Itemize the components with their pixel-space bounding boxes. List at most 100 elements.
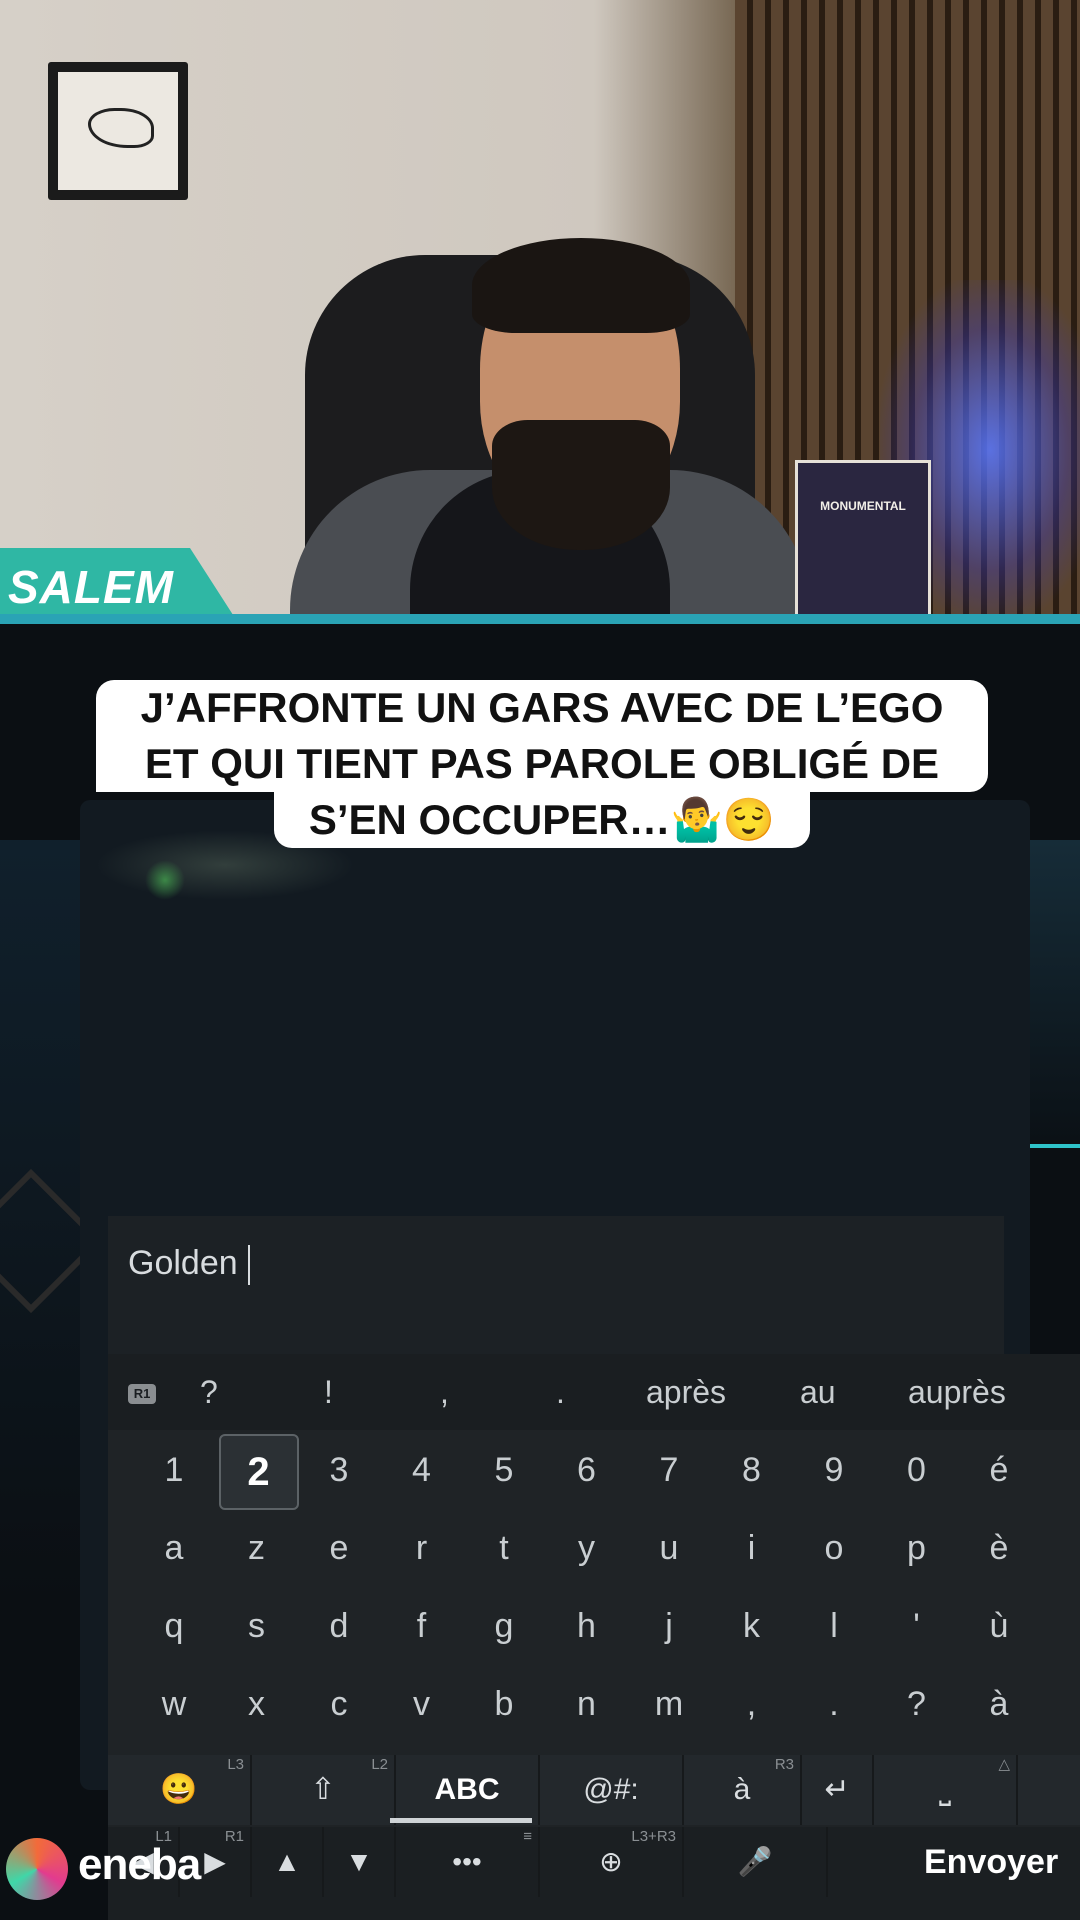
caption-line-2: ET QUI TIENT PAS PAROLE OBLIGÉ DE (96, 736, 988, 792)
message-input[interactable]: Golden (108, 1216, 1004, 1354)
key-2-9[interactable]: ' (879, 1590, 955, 1662)
key-3-10[interactable]: à (961, 1668, 1037, 1740)
emoji-button[interactable]: 😀 L3 (108, 1755, 252, 1825)
on-screen-keyboard: R1 ? ! , . après au auprès 1234567890é az… (108, 1354, 1080, 1920)
right-side-panel (1030, 840, 1080, 1140)
key-1-7[interactable]: i (714, 1512, 790, 1584)
caption-line-1: J’AFFRONTE UN GARS AVEC DE L’EGO (96, 680, 988, 736)
key-0-0[interactable]: 1 (136, 1434, 212, 1506)
key-1-9[interactable]: p (879, 1512, 955, 1584)
enter-button[interactable]: ↵ (802, 1755, 874, 1825)
key-0-4[interactable]: 5 (466, 1434, 542, 1506)
streamer-hair (472, 238, 690, 333)
space-button[interactable]: ⎵ △ (874, 1755, 1018, 1825)
eneba-logo-text: eneba (78, 1840, 201, 1889)
key-2-7[interactable]: k (714, 1590, 790, 1662)
suggestion-item[interactable]: , (440, 1374, 449, 1411)
key-2-10[interactable]: ù (961, 1590, 1037, 1662)
caption-line-3: S’EN OCCUPER…🤷‍♂️😌 (274, 792, 810, 848)
key-3-3[interactable]: v (384, 1668, 460, 1740)
key-3-2[interactable]: c (301, 1668, 377, 1740)
suggestion-item[interactable]: ? (200, 1374, 218, 1411)
key-1-1[interactable]: z (219, 1512, 295, 1584)
blurred-online-dot (145, 860, 185, 900)
space-button-shortcut-tag: △ (998, 1756, 1010, 1773)
key-1-8[interactable]: o (796, 1512, 872, 1584)
key-0-6[interactable]: 7 (631, 1434, 707, 1506)
key-0-10[interactable]: é (961, 1434, 1037, 1506)
webcam-feed: MONUMENTAL (0, 0, 1080, 620)
poster: MONUMENTAL (795, 460, 931, 620)
suggestion-item[interactable]: après (646, 1374, 726, 1411)
key-0-5[interactable]: 6 (549, 1434, 625, 1506)
key-1-6[interactable]: u (631, 1512, 707, 1584)
key-2-0[interactable]: q (136, 1590, 212, 1662)
send-button[interactable]: Envoyer (924, 1827, 1080, 1897)
key-0-2[interactable]: 3 (301, 1434, 377, 1506)
r1-badge: R1 (128, 1384, 156, 1404)
suggestion-item[interactable]: auprès (908, 1374, 1006, 1411)
key-2-5[interactable]: h (549, 1590, 625, 1662)
abc-mode-button[interactable]: ABC (396, 1755, 540, 1825)
key-3-6[interactable]: m (631, 1668, 707, 1740)
abc-active-indicator (390, 1818, 532, 1823)
race-track-drawing (88, 108, 154, 148)
bottom-control-row: Envoyer ◀ L1 ▶ R1 ▲ ▼ ••• ≡ ⊕ L3+R3 🎤 (108, 1827, 1080, 1920)
key-3-8[interactable]: . (796, 1668, 872, 1740)
more-button-label: ••• (452, 1846, 482, 1877)
suggestion-bar: R1 ? ! , . après au auprès (108, 1354, 1080, 1430)
key-2-2[interactable]: d (301, 1590, 377, 1662)
key-2-6[interactable]: j (631, 1590, 707, 1662)
shift-button[interactable]: ⇧ L2 (252, 1755, 396, 1825)
mic-button[interactable]: 🎤 (684, 1827, 828, 1897)
pointer-button-label: ⊕ (599, 1846, 623, 1877)
suggestion-item[interactable]: ! (324, 1374, 333, 1411)
accents-button-label: à (733, 1773, 751, 1806)
key-3-4[interactable]: b (466, 1668, 542, 1740)
suggestion-item[interactable]: au (800, 1374, 836, 1411)
key-3-9[interactable]: ? (879, 1668, 955, 1740)
down-button-label: ▼ (345, 1846, 373, 1877)
key-3-1[interactable]: x (219, 1668, 295, 1740)
suggestion-item[interactable]: . (556, 1374, 565, 1411)
up-button[interactable]: ▲ (252, 1827, 324, 1897)
pointer-button[interactable]: ⊕ L3+R3 (540, 1827, 684, 1897)
key-0-8[interactable]: 9 (796, 1434, 872, 1506)
key-3-0[interactable]: w (136, 1668, 212, 1740)
eneba-watermark: eneba (6, 1832, 236, 1902)
symbols-button-label: @#: (583, 1773, 639, 1806)
down-button[interactable]: ▼ (324, 1827, 396, 1897)
more-button-shortcut-tag: ≡ (523, 1828, 532, 1845)
key-1-2[interactable]: e (301, 1512, 377, 1584)
key-3-7[interactable]: , (714, 1668, 790, 1740)
streamer-beard (492, 420, 670, 550)
key-2-3[interactable]: f (384, 1590, 460, 1662)
space-button-label: ⎵ (939, 1773, 951, 1806)
key-1-5[interactable]: y (549, 1512, 625, 1584)
right-accent-line (1030, 1144, 1080, 1148)
key-2-4[interactable]: g (466, 1590, 542, 1662)
key-0-9[interactable]: 0 (879, 1434, 955, 1506)
mic-button-label: 🎤 (737, 1846, 773, 1877)
symbols-button[interactable]: @#: (540, 1755, 684, 1825)
enter-button-label: ↵ (824, 1773, 850, 1806)
key-1-0[interactable]: a (136, 1512, 212, 1584)
emoji-button-shortcut-tag: L3 (227, 1756, 244, 1773)
accents-button[interactable]: à R3 (684, 1755, 802, 1825)
poster-text: MONUMENTAL (820, 499, 906, 513)
wall-picture-frame (48, 62, 188, 200)
key-2-1[interactable]: s (219, 1590, 295, 1662)
key-1-3[interactable]: r (384, 1512, 460, 1584)
key-3-5[interactable]: n (549, 1668, 625, 1740)
key-0-3[interactable]: 4 (384, 1434, 460, 1506)
more-button[interactable]: ••• ≡ (396, 1827, 540, 1897)
shift-button-label: ⇧ (310, 1773, 336, 1806)
eneba-logo-icon (6, 1838, 68, 1900)
key-1-10[interactable]: è (961, 1512, 1037, 1584)
key-0-7[interactable]: 8 (714, 1434, 790, 1506)
text-caret (247, 1245, 250, 1286)
key-0-1[interactable]: 2 (218, 1434, 299, 1510)
key-1-4[interactable]: t (466, 1512, 542, 1584)
key-2-8[interactable]: l (796, 1590, 872, 1662)
shift-button-shortcut-tag: L2 (371, 1756, 388, 1773)
